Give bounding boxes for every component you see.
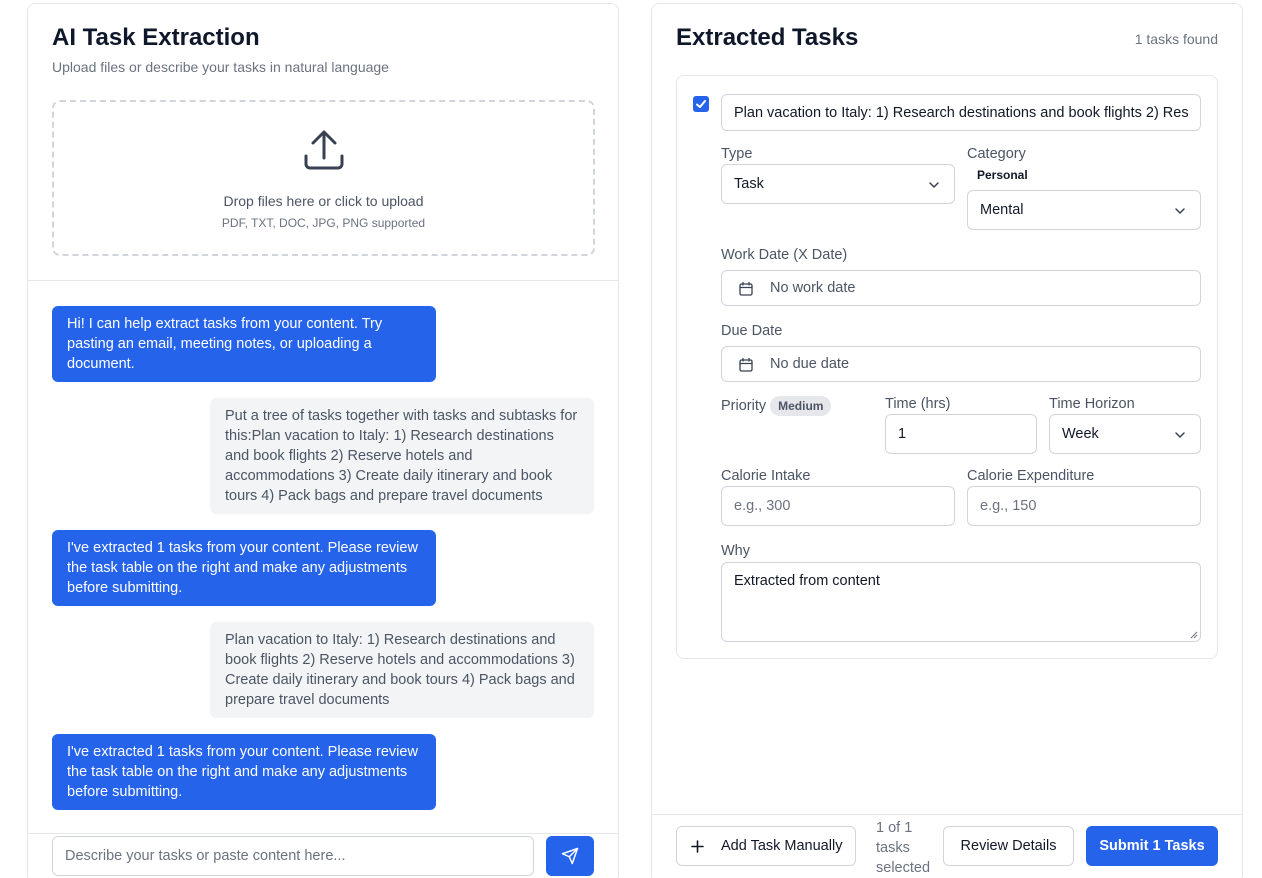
priority-label-group: Priority Medium [721, 396, 832, 416]
upload-icon [304, 130, 344, 170]
check-icon [696, 100, 706, 108]
send-icon [561, 847, 579, 865]
extracted-title: Extracted Tasks [676, 24, 859, 51]
page-subtitle: Upload files or describe your tasks in n… [52, 59, 389, 75]
calorie-expenditure-label: Calorie Expenditure [967, 468, 1095, 484]
priority-badge[interactable]: Medium [770, 396, 832, 416]
chevron-down-icon [929, 182, 939, 188]
category-value: Mental [980, 202, 1024, 218]
chat-input[interactable] [52, 836, 534, 876]
due-date-value: No due date [770, 356, 850, 372]
time-label: Time (hrs) [885, 396, 951, 412]
task-card: Type Task Category Personal Mental Work … [676, 75, 1218, 659]
selection-status: 1 of 1 tasks selected [876, 820, 931, 876]
category-select[interactable]: Mental [967, 190, 1201, 230]
dropzone-formats: PDF, TXT, DOC, JPG, PNG supported [221, 216, 426, 230]
assistant-message: I've extracted 1 tasks from your content… [52, 734, 436, 810]
work-date-label: Work Date (X Date) [721, 247, 848, 263]
resize-handle-icon[interactable] [1190, 631, 1198, 639]
category-label: Category [967, 146, 1026, 162]
time-horizon-select[interactable]: Week [1049, 414, 1201, 454]
page-title: AI Task Extraction [52, 24, 260, 51]
task-checkbox[interactable] [693, 96, 709, 112]
extracted-tasks-panel: Extracted Tasks 1 tasks found Type Task … [651, 3, 1243, 878]
calorie-intake-label: Calorie Intake [721, 468, 811, 484]
chevron-down-icon [1175, 432, 1185, 438]
why-label: Why [721, 543, 750, 559]
time-horizon-value: Week [1062, 426, 1099, 442]
time-horizon-label: Time Horizon [1049, 396, 1135, 412]
chat-input-bar [28, 833, 618, 878]
send-button[interactable] [546, 836, 594, 876]
type-select[interactable]: Task [721, 164, 955, 204]
add-task-label: Add Task Manually [721, 838, 843, 854]
time-value: 1 [898, 426, 907, 442]
why-value: Extracted from content [734, 573, 880, 589]
calorie-expenditure-placeholder: e.g., 150 [980, 498, 1037, 514]
category-tag: Personal [977, 168, 1028, 182]
work-date-picker[interactable]: No work date [721, 270, 1201, 306]
file-dropzone[interactable]: Drop files here or click to upload PDF, … [52, 100, 595, 256]
task-footer: Add Task Manually 1 of 1 tasks selected … [652, 814, 1242, 878]
user-message: Put a tree of tasks together with tasks … [210, 398, 594, 514]
calendar-icon [739, 357, 753, 372]
type-label: Type [721, 146, 753, 162]
why-textarea[interactable]: Extracted from content [721, 562, 1201, 642]
assistant-message: I've extracted 1 tasks from your content… [52, 530, 436, 606]
chevron-down-icon [1175, 208, 1185, 214]
extraction-panel: AI Task Extraction Upload files or descr… [27, 3, 619, 878]
dropzone-text: Drop files here or click to upload [223, 193, 424, 209]
type-value: Task [734, 176, 764, 192]
task-title-input[interactable] [721, 94, 1201, 131]
work-date-value: No work date [770, 280, 856, 296]
due-date-picker[interactable]: No due date [721, 346, 1201, 382]
review-details-button[interactable]: Review Details [943, 826, 1074, 866]
chat-messages: Hi! I can help extract tasks from your c… [28, 281, 618, 833]
due-date-label: Due Date [721, 323, 783, 339]
calendar-icon [739, 281, 753, 296]
priority-label: Priority [721, 397, 767, 414]
calorie-intake-placeholder: e.g., 300 [734, 498, 791, 514]
time-input[interactable]: 1 [885, 414, 1037, 454]
plus-icon [691, 840, 704, 853]
add-task-manually-button[interactable]: Add Task Manually [676, 826, 856, 866]
user-message: Plan vacation to Italy: 1) Research dest… [210, 622, 594, 718]
calorie-intake-input[interactable]: e.g., 300 [721, 486, 955, 526]
submit-tasks-button[interactable]: Submit 1 Tasks [1086, 826, 1218, 866]
tasks-count: 1 tasks found [1134, 31, 1218, 47]
calorie-expenditure-input[interactable]: e.g., 150 [967, 486, 1201, 526]
assistant-message: Hi! I can help extract tasks from your c… [52, 306, 436, 382]
